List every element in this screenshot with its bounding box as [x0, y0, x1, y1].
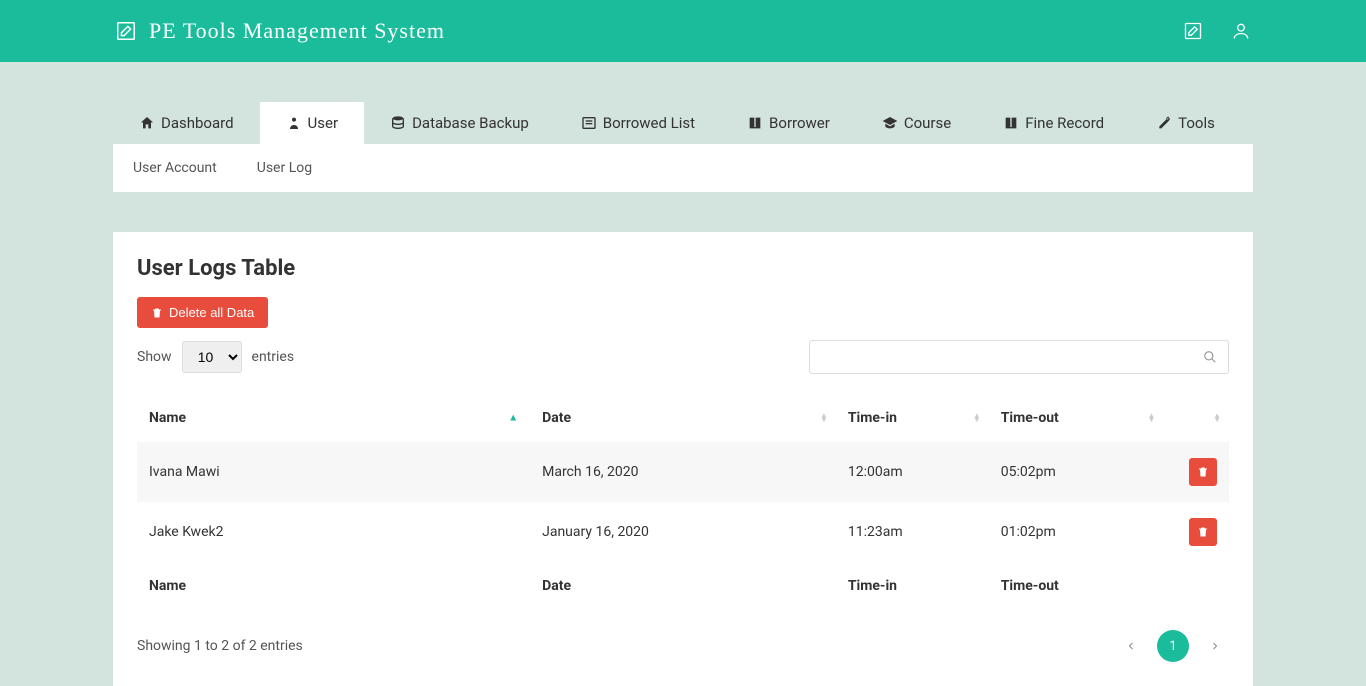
tab-label: Borrowed List: [603, 114, 695, 132]
delete-all-button[interactable]: Delete all Data: [137, 297, 268, 328]
page-size-control: Show 10 entries: [137, 341, 294, 373]
tab-borrowed-list[interactable]: Borrowed List: [555, 102, 721, 144]
sort-icon: ▲▼: [820, 414, 828, 422]
user-avatar-icon[interactable]: [1231, 21, 1251, 41]
col-date[interactable]: Date▲▼: [530, 394, 836, 442]
col-time-in[interactable]: Time-in▲▼: [836, 394, 989, 442]
foot-name: Name: [137, 562, 530, 610]
tab-label: Database Backup: [412, 114, 529, 132]
table-row: Jake Kwek2 January 16, 2020 11:23am 01:0…: [137, 502, 1229, 562]
tab-label: Course: [904, 114, 951, 132]
cell-time-in: 11:23am: [836, 502, 989, 562]
tab-course[interactable]: Course: [856, 102, 977, 144]
database-icon: [390, 115, 406, 131]
trash-icon: [1197, 466, 1209, 478]
compose-icon[interactable]: [1183, 21, 1203, 41]
graduation-icon: [882, 115, 898, 131]
sort-asc-icon: ▲: [508, 413, 518, 424]
tab-label: Fine Record: [1025, 114, 1104, 132]
tab-database-backup[interactable]: Database Backup: [364, 102, 555, 144]
pagination: 1: [1117, 630, 1229, 662]
book-icon: [747, 115, 763, 131]
foot-date: Date: [530, 562, 836, 610]
sub-tab-user-log[interactable]: User Log: [257, 160, 312, 176]
table-footer: Showing 1 to 2 of 2 entries 1: [137, 630, 1229, 662]
panel-title: User Logs Table: [137, 256, 1229, 281]
home-icon: [139, 115, 155, 131]
show-label: Show: [137, 349, 172, 365]
header-left: PE Tools Management System: [115, 18, 445, 44]
page-size-select[interactable]: 10: [182, 341, 242, 373]
tab-tools[interactable]: Tools: [1130, 102, 1241, 144]
book-icon: [1003, 115, 1019, 131]
tab-dashboard[interactable]: Dashboard: [113, 102, 260, 144]
tab-user[interactable]: User: [260, 102, 365, 144]
cell-date: March 16, 2020: [530, 442, 836, 502]
delete-row-button[interactable]: [1189, 458, 1217, 486]
cell-time-in: 12:00am: [836, 442, 989, 502]
cell-time-out: 01:02pm: [989, 502, 1164, 562]
search-wrap: [809, 340, 1229, 374]
user-icon: [286, 115, 302, 131]
sub-tab-user-account[interactable]: User Account: [133, 160, 217, 176]
list-icon: [581, 115, 597, 131]
search-icon: [1203, 350, 1217, 364]
wrench-icon: [1156, 115, 1172, 131]
user-logs-panel: User Logs Table Delete all Data Show 10 …: [113, 232, 1253, 686]
header-actions: [1183, 21, 1251, 41]
foot-time-in: Time-in: [836, 562, 989, 610]
tab-label: User: [308, 114, 339, 132]
trash-icon: [151, 307, 163, 319]
entries-label: entries: [252, 349, 295, 365]
sort-icon: ▲▼: [1148, 414, 1156, 422]
sort-icon: ▲▼: [1213, 414, 1221, 422]
cell-date: January 16, 2020: [530, 502, 836, 562]
app-header: PE Tools Management System: [0, 0, 1366, 62]
col-actions[interactable]: ▲▼: [1163, 394, 1229, 442]
search-input[interactable]: [809, 340, 1229, 374]
main-nav: Dashboard User Database Backup Borrowed …: [113, 102, 1253, 144]
sort-icon: ▲▼: [973, 414, 981, 422]
foot-time-out: Time-out: [989, 562, 1164, 610]
cell-name: Ivana Mawi: [137, 442, 530, 502]
sub-nav: User Account User Log: [113, 144, 1253, 192]
edit-icon: [115, 20, 137, 42]
delete-all-label: Delete all Data: [169, 305, 254, 320]
tab-label: Borrower: [769, 114, 830, 132]
trash-icon: [1197, 526, 1209, 538]
tab-fine-record[interactable]: Fine Record: [977, 102, 1130, 144]
table-toolbar: Show 10 entries: [137, 340, 1229, 374]
cell-time-out: 05:02pm: [989, 442, 1164, 502]
col-time-out[interactable]: Time-out▲▼: [989, 394, 1164, 442]
tab-label: Tools: [1178, 114, 1215, 132]
col-name[interactable]: Name▲: [137, 394, 530, 442]
tab-label: Dashboard: [161, 114, 234, 132]
delete-row-button[interactable]: [1189, 518, 1217, 546]
table-info: Showing 1 to 2 of 2 entries: [137, 638, 303, 654]
table-row: Ivana Mawi March 16, 2020 12:00am 05:02p…: [137, 442, 1229, 502]
user-logs-table: Name▲ Date▲▼ Time-in▲▼ Time-out▲▼ ▲▼ Iva…: [137, 394, 1229, 610]
tab-borrower[interactable]: Borrower: [721, 102, 856, 144]
pager-page-current[interactable]: 1: [1157, 630, 1189, 662]
app-title: PE Tools Management System: [149, 18, 445, 44]
cell-name: Jake Kwek2: [137, 502, 530, 562]
